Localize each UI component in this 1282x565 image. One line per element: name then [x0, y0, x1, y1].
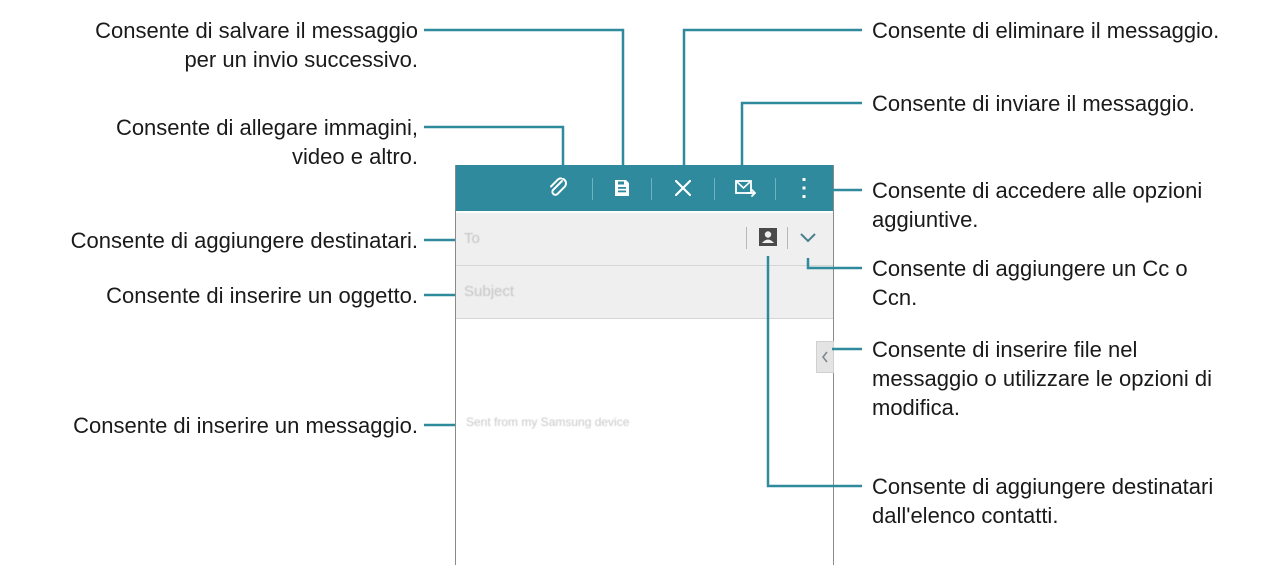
subject-callout: Consente di inserire un oggetto.: [106, 283, 418, 308]
contacts-leader: [766, 256, 862, 488]
attach-callout: Consente di allegare immagini, video e al…: [115, 115, 418, 169]
attach-leader: [424, 125, 565, 178]
send-callout: Consente di inviare il messaggio.: [872, 91, 1195, 116]
recipients-callout: Consente di aggiungere destinatari.: [70, 228, 418, 253]
cc-leader: [806, 258, 862, 270]
send-leader: [740, 101, 862, 176]
save-leader: [424, 28, 625, 180]
delete-callout: Consente di eliminare il messaggio.: [872, 18, 1220, 43]
cc-callout: Consente di aggiungere un Cc o Ccn.: [872, 256, 1188, 310]
contacts-callout: Consente di aggiungere destinatari dall'e…: [872, 474, 1214, 528]
options-callout: Consente di accedere alle opzioni aggiunt…: [872, 178, 1203, 232]
message-callout: Consente di inserire un messaggio.: [73, 413, 418, 438]
insert-callout: Consente di inserire file nel messaggio o…: [872, 337, 1212, 420]
save-callout: Consente di salvare il messaggio per un i…: [95, 18, 418, 72]
